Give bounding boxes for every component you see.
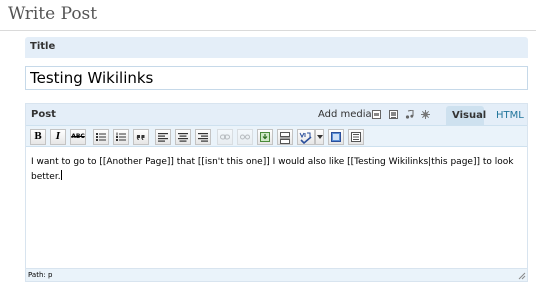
unlink-button[interactable] xyxy=(237,129,253,145)
align-right-icon xyxy=(198,133,208,142)
numbered-list-button[interactable] xyxy=(113,129,129,145)
align-left-icon xyxy=(158,133,168,142)
insert-image-icon xyxy=(260,132,270,142)
link-icon xyxy=(220,134,230,140)
post-content-editor[interactable]: I want to go to [[Another Page]] that [[… xyxy=(26,147,527,268)
spellcheck-button[interactable] xyxy=(297,129,315,145)
more-tag-icon xyxy=(280,132,290,144)
title-section-header: Title xyxy=(25,37,528,58)
strikethrough-button[interactable]: ABC xyxy=(70,129,86,145)
audio-icon[interactable] xyxy=(405,110,414,119)
kitchen-sink-icon xyxy=(351,132,361,142)
tab-html[interactable]: HTML xyxy=(490,106,524,125)
editor-toolbar: B I ABC xyxy=(26,125,527,147)
page-title: Write Post xyxy=(8,4,98,24)
resize-handle-icon[interactable] xyxy=(518,272,526,280)
align-center-icon xyxy=(178,133,188,142)
bullet-list-button[interactable] xyxy=(93,129,109,145)
media-icon[interactable] xyxy=(421,110,430,119)
align-center-button[interactable] xyxy=(175,129,191,145)
more-tag-button[interactable] xyxy=(277,129,293,145)
video-icon[interactable] xyxy=(389,110,398,119)
element-path: Path: p xyxy=(28,271,53,279)
blockquote-button[interactable] xyxy=(133,129,149,145)
bold-button[interactable]: B xyxy=(30,129,46,145)
spellcheck-icon xyxy=(299,132,312,144)
text-cursor xyxy=(60,170,62,180)
unlink-icon xyxy=(240,134,250,140)
align-right-button[interactable] xyxy=(195,129,211,145)
numbered-list-icon xyxy=(116,132,126,141)
blockquote-icon xyxy=(136,135,145,140)
title-heading: Title xyxy=(30,41,56,52)
add-media-label: Add media: xyxy=(318,109,376,120)
image-icon[interactable] xyxy=(372,110,381,119)
post-section-header: Post Add media: Visual HTML xyxy=(26,104,527,125)
fullscreen-icon xyxy=(331,132,341,142)
post-title-input[interactable] xyxy=(25,66,528,90)
italic-button[interactable]: I xyxy=(50,129,66,145)
spellcheck-dropdown-button[interactable] xyxy=(315,129,324,145)
fullscreen-button[interactable] xyxy=(328,129,344,145)
dropdown-arrow-icon xyxy=(316,135,323,139)
align-left-button[interactable] xyxy=(155,129,171,145)
post-content-text: I want to go to [[Another Page]] that [[… xyxy=(31,157,514,182)
post-editor-box: Post Add media: Visual HTML B I ABC I wa… xyxy=(25,103,528,282)
tab-visual[interactable]: Visual xyxy=(446,106,486,125)
bullet-list-icon xyxy=(96,133,106,141)
kitchen-sink-button[interactable] xyxy=(348,129,364,145)
post-heading: Post xyxy=(31,109,56,120)
insert-image-button[interactable] xyxy=(257,129,273,145)
link-button[interactable] xyxy=(217,129,233,145)
page-header: Write Post xyxy=(0,0,536,31)
editor-status-bar: Path: p xyxy=(26,268,527,281)
